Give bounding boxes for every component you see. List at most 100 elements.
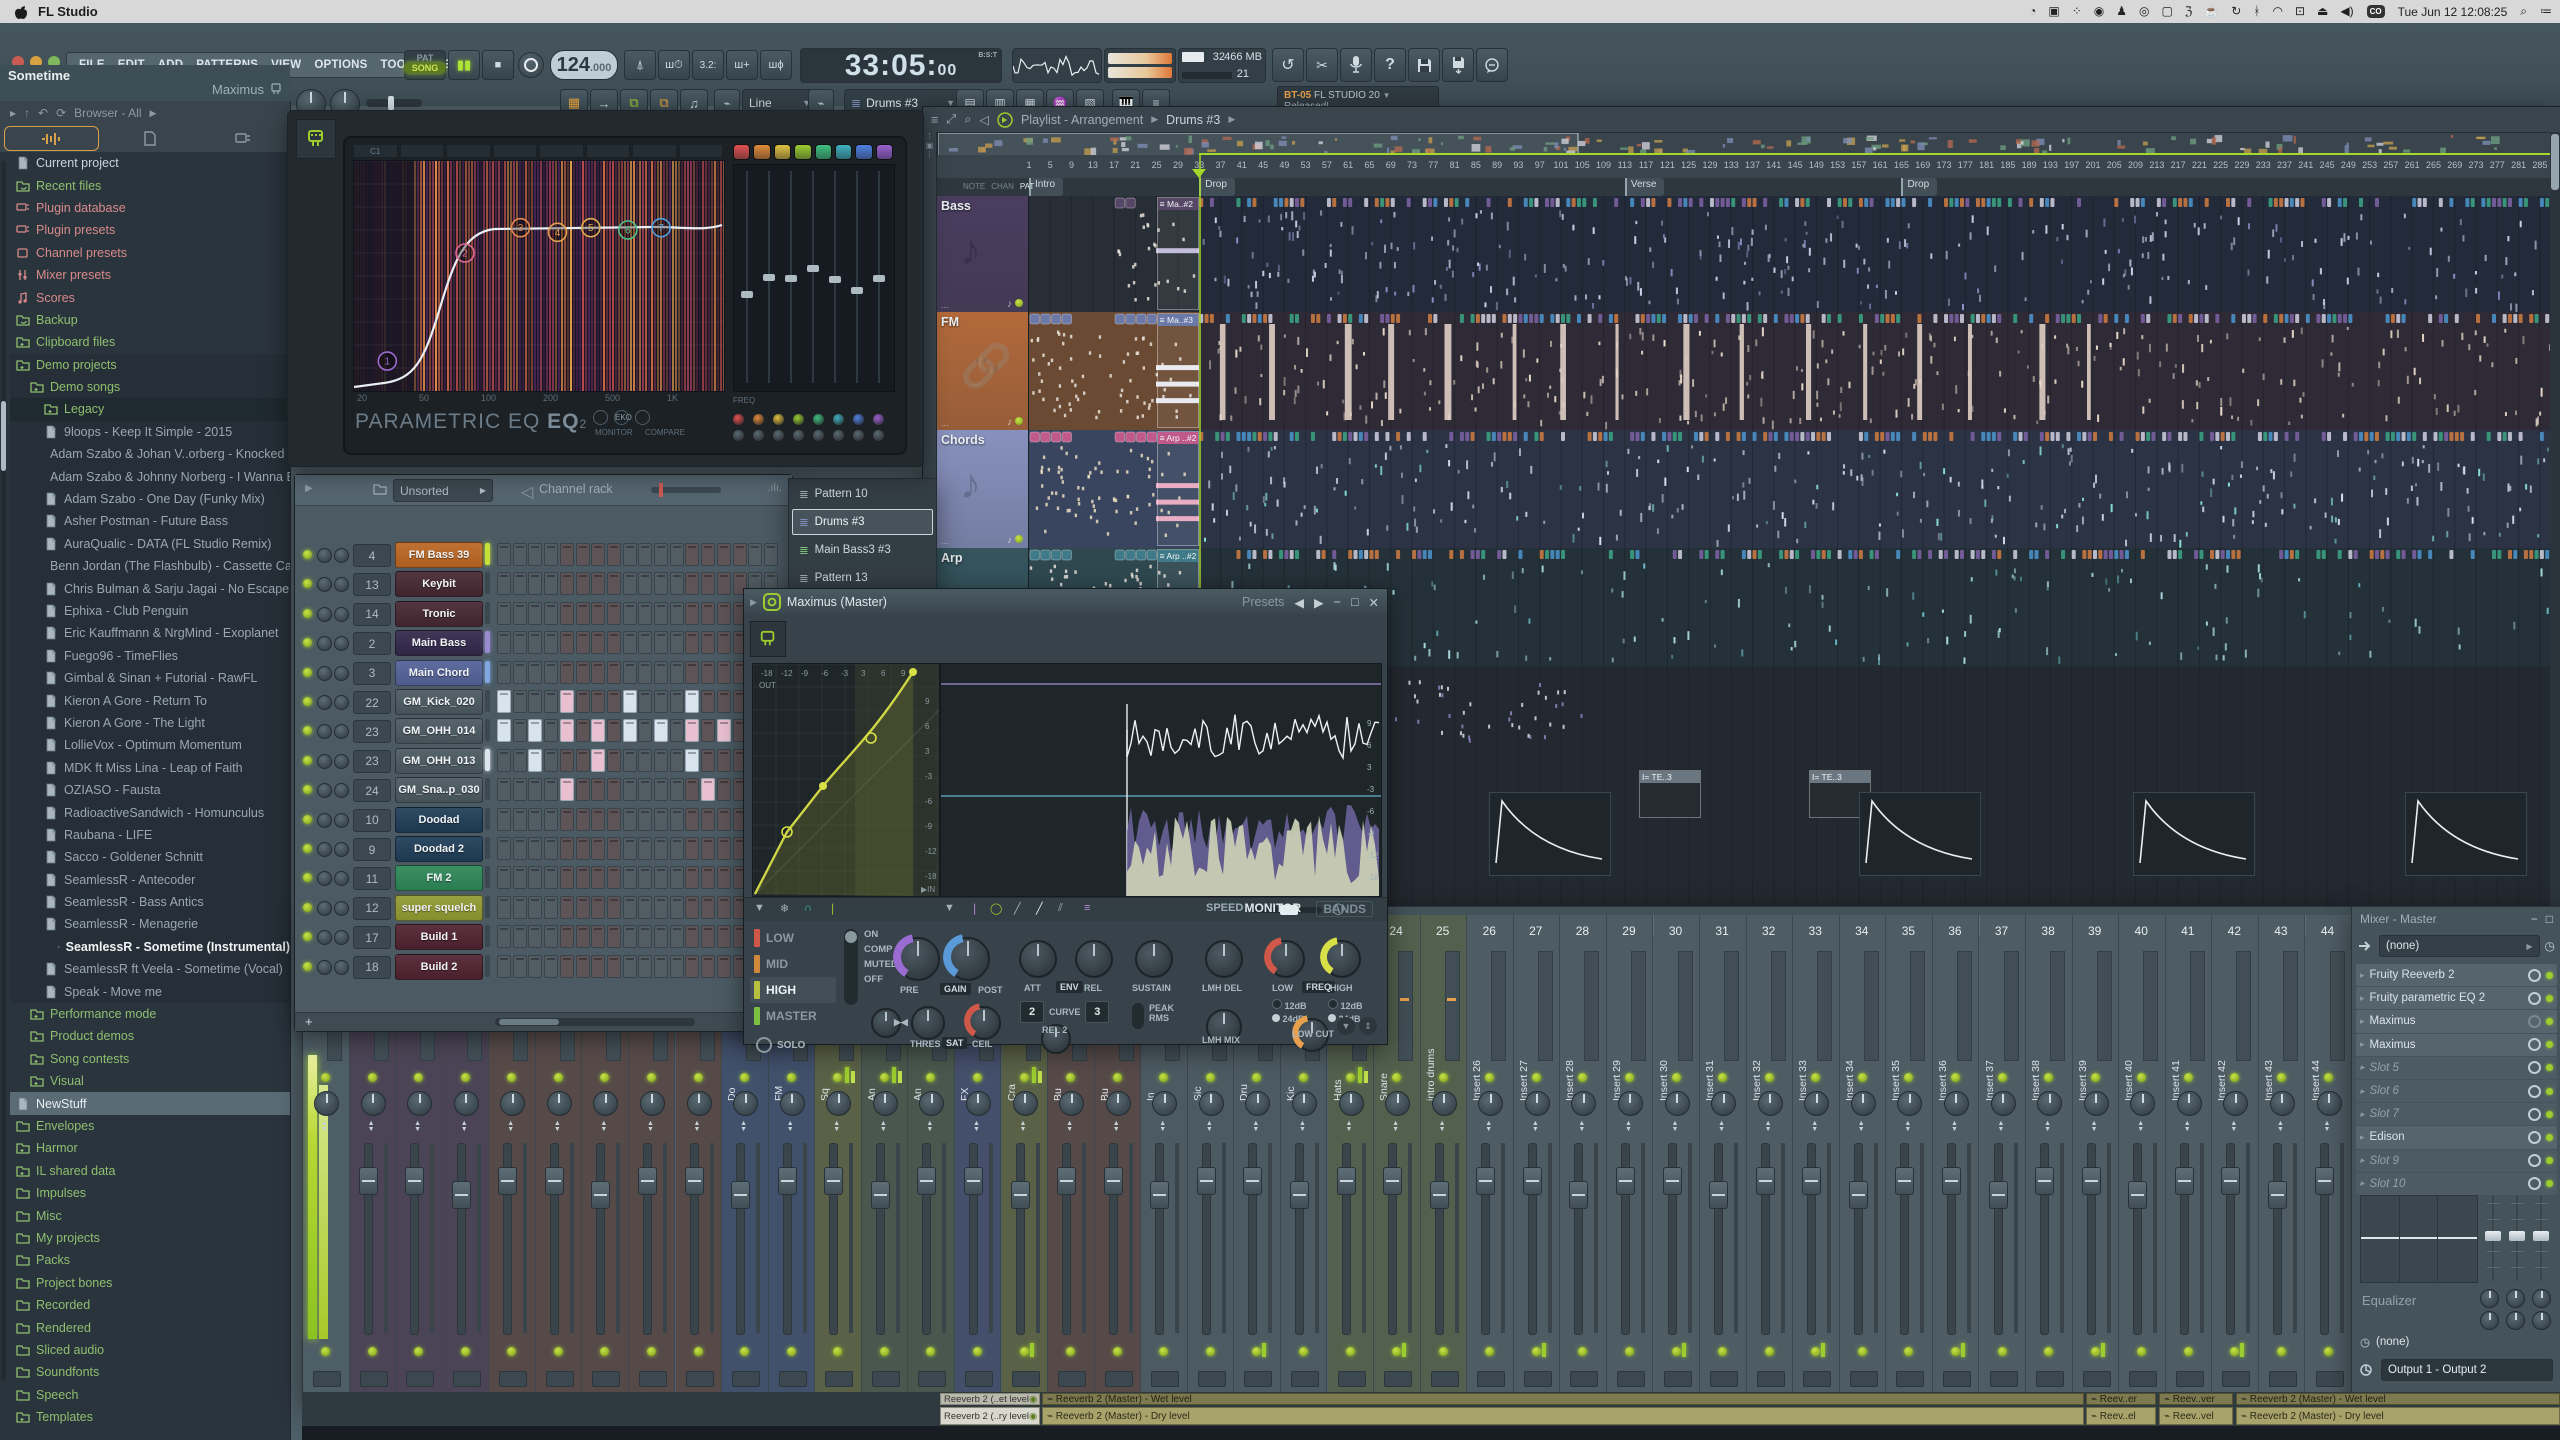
band-knob2[interactable] xyxy=(773,430,784,441)
step-cell[interactable] xyxy=(638,837,653,860)
channel-volume-knob[interactable] xyxy=(334,753,349,769)
step-cell[interactable] xyxy=(606,748,621,772)
strip-select-led[interactable] xyxy=(1718,1073,1728,1082)
band-slider-column[interactable] xyxy=(806,171,820,383)
step-cell[interactable] xyxy=(654,601,668,625)
step-cell[interactable] xyxy=(701,954,716,978)
eq-preview[interactable] xyxy=(2360,1195,2478,1283)
strip-arm-led[interactable] xyxy=(367,1347,377,1356)
slot-arrow-icon[interactable]: ▸ xyxy=(2360,1132,2365,1143)
automation-clip[interactable]: ⌁ Reeverb 2 (Master) - Wet level xyxy=(2236,1393,2560,1405)
graph-icon[interactable]: .ılı. xyxy=(767,482,782,494)
playlist-speaker-icon[interactable]: ◁ xyxy=(979,112,989,127)
browser-scrollbar[interactable] xyxy=(1,161,6,1381)
slot-enable-toggle[interactable] xyxy=(2528,1038,2541,1052)
airplay-icon[interactable]: ⊡ xyxy=(2295,0,2305,23)
step-cell[interactable] xyxy=(622,954,637,978)
mini-tab-chan[interactable]: CHAN xyxy=(991,182,1014,191)
tab-files[interactable] xyxy=(103,125,196,152)
step-cell[interactable] xyxy=(716,954,731,978)
strip-fx-badge[interactable] xyxy=(499,1371,528,1387)
step-icon[interactable]: ❘ xyxy=(970,902,979,915)
step-cell[interactable] xyxy=(622,719,637,743)
step-cell[interactable] xyxy=(685,837,700,860)
slot-arrow-icon[interactable]: ▸ xyxy=(2360,1086,2365,1097)
step-cell[interactable] xyxy=(512,572,527,596)
step-cell[interactable] xyxy=(716,866,731,890)
slot-led[interactable] xyxy=(2546,1041,2553,1049)
browser-folder[interactable]: Harmor xyxy=(10,1137,290,1159)
browser-file[interactable]: SeamlessR - Sometime (Instrumental) xyxy=(10,935,290,959)
strip-arm-led[interactable] xyxy=(1019,1347,1029,1356)
strip-arrows[interactable]: ▲ ▼ xyxy=(2324,1120,2331,1133)
slot-arrow-icon[interactable]: ▸ xyxy=(2360,970,2365,981)
strip-select-led[interactable] xyxy=(2323,1073,2333,1082)
strip-fader-handle[interactable] xyxy=(451,1181,471,1209)
step-cell[interactable] xyxy=(512,748,527,772)
att-stepper[interactable]: 2 xyxy=(1020,1001,1044,1023)
strip-fader-handle[interactable] xyxy=(1010,1181,1030,1209)
channel-selector[interactable] xyxy=(485,895,490,918)
mixer-strip[interactable]: 26 Insert 26 ▲ ▼ xyxy=(1467,915,1514,1404)
strip-fader-handle[interactable] xyxy=(731,1181,751,1209)
slot-arrow-icon[interactable]: ▸ xyxy=(2360,1062,2365,1073)
strip-select-led[interactable] xyxy=(2276,1073,2286,1082)
strip-fader-track[interactable] xyxy=(875,1143,885,1335)
strip-fx-badge[interactable] xyxy=(1197,1371,1226,1387)
step-cell[interactable] xyxy=(669,543,684,566)
eq-order-cell[interactable] xyxy=(585,144,630,158)
step-cell[interactable] xyxy=(575,807,590,831)
automation-clip[interactable]: ⌁ Reev..vel xyxy=(2159,1407,2233,1425)
step-cell[interactable] xyxy=(716,690,731,713)
browser-folder[interactable]: Legacy xyxy=(10,398,290,421)
step-cell[interactable] xyxy=(638,719,653,743)
strip-pan-knob[interactable] xyxy=(1990,1091,2016,1116)
strip-arrows[interactable]: ▲ ▼ xyxy=(1346,1120,1353,1133)
browser-file[interactable]: AuraQualic - DATA (FL Studio Remix) xyxy=(10,532,290,556)
step-cell[interactable] xyxy=(591,601,606,625)
step-cell[interactable] xyxy=(606,660,621,684)
strip-arm-led[interactable] xyxy=(1298,1347,1308,1356)
step-cell[interactable] xyxy=(701,748,716,772)
step-cell[interactable] xyxy=(528,572,543,596)
strip-select-led[interactable] xyxy=(646,1073,656,1082)
strip-pan-knob[interactable] xyxy=(1571,1091,1597,1116)
slot-enable-toggle[interactable] xyxy=(2528,1014,2541,1028)
channel-target-number[interactable]: 11 xyxy=(353,867,391,891)
channel-pan-knob[interactable] xyxy=(317,636,332,652)
strip-pan-knob[interactable] xyxy=(407,1091,433,1116)
strip-select-led[interactable] xyxy=(1438,1073,1448,1082)
step-cell[interactable] xyxy=(669,807,684,831)
help-button[interactable]: ? xyxy=(1374,48,1406,82)
eq-order-cell[interactable] xyxy=(399,144,444,158)
strip-pan-knob[interactable] xyxy=(500,1091,526,1116)
strip-select-led[interactable] xyxy=(321,1073,330,1082)
channel-mute-led[interactable] xyxy=(303,608,312,618)
curve-stepper[interactable]: 3 xyxy=(1085,1001,1110,1023)
mini-tab-note[interactable]: NOTE xyxy=(963,182,985,191)
browser-folder[interactable]: Recent files xyxy=(10,174,290,196)
strip-fader-handle[interactable] xyxy=(1522,1167,1542,1195)
strip-pan-knob[interactable] xyxy=(1711,1091,1737,1116)
effect-slot[interactable]: ▸ Edison xyxy=(2356,1126,2557,1149)
strip-fader-handle[interactable] xyxy=(405,1167,425,1195)
display-icon[interactable]: ▣ xyxy=(2048,0,2059,23)
strip-fader-handle[interactable] xyxy=(2081,1167,2101,1195)
strip-pan-knob[interactable] xyxy=(1059,1091,1085,1116)
playlist-detach-icon[interactable]: ⤢ xyxy=(946,112,956,127)
strip-pan-knob[interactable] xyxy=(593,1091,619,1116)
step-cell[interactable] xyxy=(716,660,731,684)
browser-file[interactable]: MDK ft Miss Lina - Leap of Faith xyxy=(10,756,290,779)
playlist-crumb[interactable]: Drums #3 xyxy=(1166,113,1220,127)
browser-folder[interactable]: Channel presets xyxy=(10,242,290,264)
channel-selector[interactable] xyxy=(485,660,490,683)
audio-decay-clip[interactable] xyxy=(2405,792,2527,876)
channel-volume-knob[interactable] xyxy=(334,665,349,681)
band-knob2[interactable] xyxy=(833,430,844,441)
browser-folder[interactable]: Sliced audio xyxy=(10,1339,290,1361)
strip-select-led[interactable] xyxy=(1066,1073,1076,1082)
step-cell[interactable] xyxy=(512,895,527,919)
strip-fader-handle[interactable] xyxy=(1615,1167,1635,1195)
time-machine-icon[interactable]: ↻ xyxy=(2231,0,2241,23)
strip-fader-handle[interactable] xyxy=(544,1167,564,1195)
